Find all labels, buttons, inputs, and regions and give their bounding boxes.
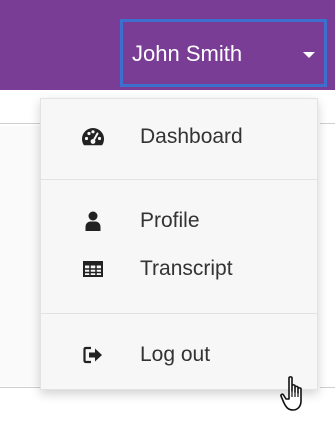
menu-item-log-out[interactable]: Log out xyxy=(41,335,317,375)
menu-item-label: Transcript xyxy=(140,257,233,280)
background-divider xyxy=(320,123,335,124)
sign-out-icon xyxy=(81,343,105,367)
menu-item-transcript[interactable]: Transcript xyxy=(41,249,317,289)
user-dropdown-menu: Dashboard Profile Transcript Log out xyxy=(40,98,318,390)
background-panel xyxy=(0,126,40,386)
user-icon xyxy=(81,209,105,233)
page: John Smith Dashboard Profile Transcript … xyxy=(0,0,335,424)
caret-down-icon xyxy=(303,52,315,58)
tachometer-icon xyxy=(81,125,105,149)
menu-divider xyxy=(41,179,317,180)
menu-item-label: Profile xyxy=(140,209,200,232)
table-icon xyxy=(81,257,105,281)
menu-item-profile[interactable]: Profile xyxy=(41,201,317,241)
menu-item-label: Log out xyxy=(140,343,211,366)
top-navbar: John Smith xyxy=(0,0,335,90)
background-divider xyxy=(320,387,335,388)
user-name: John Smith xyxy=(132,41,243,66)
user-menu-toggle[interactable]: John Smith xyxy=(120,19,327,87)
menu-divider xyxy=(41,313,317,314)
hand-pointer-icon xyxy=(278,375,312,415)
menu-item-label: Dashboard xyxy=(140,125,243,148)
menu-item-dashboard[interactable]: Dashboard xyxy=(41,117,317,157)
